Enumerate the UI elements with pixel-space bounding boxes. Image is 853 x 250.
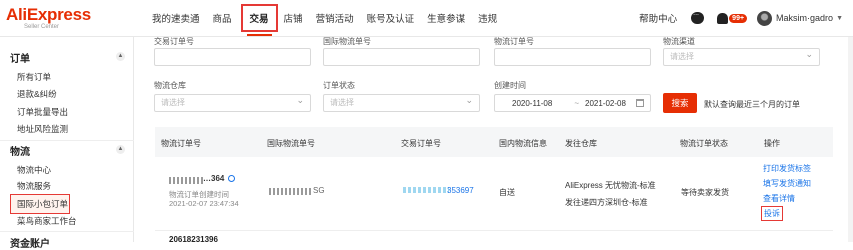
order-status: 等待卖家发货 xyxy=(681,188,729,197)
nav-account[interactable]: 账号及认证 xyxy=(367,11,415,25)
chat-icon[interactable] xyxy=(691,10,705,24)
bell-icon[interactable] xyxy=(717,12,729,24)
warehouse-line-1: AliExpress 无忧物流-标准 xyxy=(565,181,656,190)
search-button[interactable]: 搜索 xyxy=(663,93,697,113)
logistics-order-no[interactable]: …364 xyxy=(203,174,236,183)
sidebar-item-logistics-center[interactable]: 物流中心 xyxy=(17,164,51,176)
warehouse-select[interactable]: 请选择 xyxy=(154,92,311,112)
channel-select[interactable]: 请选择 xyxy=(663,46,820,66)
logistics-order-label: 物流订单号 xyxy=(494,37,534,46)
redacted-trade-no xyxy=(403,187,449,193)
sidebar-item-refunds[interactable]: 退款&纠纷 xyxy=(17,88,57,100)
domestic-logistics: 自送 xyxy=(499,188,515,197)
redacted-order-no xyxy=(169,177,203,184)
created-time-value: 2021-02-07 23:47:34 xyxy=(169,199,239,208)
date-separator: ~ xyxy=(574,98,579,108)
collapse-icon[interactable]: ▲ xyxy=(116,52,125,61)
nav-my-aliexpress[interactable]: 我的速卖通 xyxy=(152,11,200,25)
user-name[interactable]: Maksim·gadro xyxy=(776,13,833,23)
intl-tracking-input[interactable] xyxy=(323,48,480,66)
col-actions: 操作 xyxy=(764,139,780,148)
chevron-down-icon[interactable]: ▼ xyxy=(836,15,843,22)
nav-products[interactable]: 商品 xyxy=(213,11,232,25)
clock-icon xyxy=(228,175,236,183)
order-status-select[interactable]: 请选择 xyxy=(323,92,480,112)
logo-subtitle: Seller Center xyxy=(24,24,60,30)
avatar[interactable] xyxy=(757,10,773,26)
col-logistics-order: 物流订单号 xyxy=(161,139,201,148)
next-row-order-no[interactable]: 20618231396 xyxy=(169,235,218,244)
main-nav: 我的速卖通 商品 交易 店铺 营销活动 账号及认证 生意参谋 违规 xyxy=(152,0,510,36)
calendar-icon[interactable] xyxy=(636,99,644,107)
date-from: 2020-11-08 xyxy=(512,98,553,108)
intl-tracking-label: 国际物流单号 xyxy=(323,37,371,46)
sidebar-item-cainiao-workbench[interactable]: 菜鸟商家工作台 xyxy=(17,215,77,227)
complaint-link[interactable]: 投诉 xyxy=(761,206,783,221)
trade-order-link[interactable]: 353697 xyxy=(447,186,474,195)
warehouse-label: 物流仓库 xyxy=(154,81,186,90)
nav-trade[interactable]: 交易 xyxy=(240,4,278,36)
intl-tracking-no: SG xyxy=(313,186,325,195)
col-status: 物流订单状态 xyxy=(680,139,728,148)
trade-order-label: 交易订单号 xyxy=(154,37,194,46)
row-divider xyxy=(155,230,833,231)
sidebar-item-address-risk[interactable]: 地址风险监测 xyxy=(17,123,68,135)
col-warehouse: 发往仓库 xyxy=(565,139,597,148)
created-time-label: 创建时间 xyxy=(494,81,526,90)
table-header: 物流订单号 国际物流单号 交易订单号 国内物流信息 发往仓库 物流订单状态 操作 xyxy=(155,127,833,157)
col-trade-order: 交易订单号 xyxy=(401,139,441,148)
sidebar-group-funds: 资金账户 xyxy=(10,239,50,250)
fill-shipping-notice-link[interactable]: 填写发货通知 xyxy=(763,178,811,189)
logo-text: AliExpress xyxy=(6,5,91,24)
scrollbar[interactable] xyxy=(848,37,853,242)
nav-business-advisor[interactable]: 生意参谋 xyxy=(427,11,465,25)
sidebar-group-orders: 订单 xyxy=(10,54,30,65)
nav-store[interactable]: 店铺 xyxy=(284,11,303,25)
view-details-link[interactable]: 查看详情 xyxy=(763,193,795,204)
help-center-link[interactable]: 帮助中心 xyxy=(639,11,677,25)
print-label-link[interactable]: 打印发货标签 xyxy=(763,163,811,174)
sidebar-group-logistics: 物流 xyxy=(10,147,30,158)
redacted-intl-no xyxy=(269,188,311,195)
sidebar-item-logistics-service[interactable]: 物流服务 xyxy=(17,180,51,192)
notification-badge: 99+ xyxy=(729,13,748,23)
warehouse-line-2: 发往递四方深圳仓-标准 xyxy=(565,198,648,207)
nav-marketing[interactable]: 营销活动 xyxy=(316,11,354,25)
order-status-label: 订单状态 xyxy=(323,81,355,90)
sidebar: 订单 ▲ 所有订单 退款&纠纷 订单批量导出 地址风险监测 物流 ▲ 物流中心 … xyxy=(0,37,134,250)
sidebar-item-bulk-export[interactable]: 订单批量导出 xyxy=(17,106,68,118)
col-intl-tracking: 国际物流单号 xyxy=(267,139,315,148)
aliexpress-logo[interactable]: AliExpress Seller Center xyxy=(6,6,91,31)
channel-label: 物流渠道 xyxy=(663,37,695,46)
logistics-order-input[interactable] xyxy=(494,48,651,66)
sidebar-item-intl-parcel-orders[interactable]: 国际小包订单 xyxy=(10,194,70,214)
col-domestic-info: 国内物流信息 xyxy=(499,139,547,148)
main-content: 交易订单号 国际物流单号 物流订单号 物流渠道 请选择 物流仓库 请选择 订单状… xyxy=(135,37,853,244)
date-to: 2021-02-08 xyxy=(585,98,626,108)
sidebar-divider xyxy=(0,231,134,232)
sidebar-divider xyxy=(0,140,134,141)
sidebar-item-all-orders[interactable]: 所有订单 xyxy=(17,71,51,83)
header-right: 帮助中心 99+ Maksim·gadro ▼ xyxy=(639,0,853,36)
date-range-picker[interactable]: 2020-11-08 ~ 2021-02-08 xyxy=(494,94,651,112)
collapse-icon[interactable]: ▲ xyxy=(116,145,125,154)
top-bar: AliExpress Seller Center 我的速卖通 商品 交易 店铺 … xyxy=(0,0,853,37)
search-hint: 默认查询最近三个月的订单 xyxy=(704,100,800,109)
nav-violations[interactable]: 违规 xyxy=(478,11,497,25)
trade-order-input[interactable] xyxy=(154,48,311,66)
